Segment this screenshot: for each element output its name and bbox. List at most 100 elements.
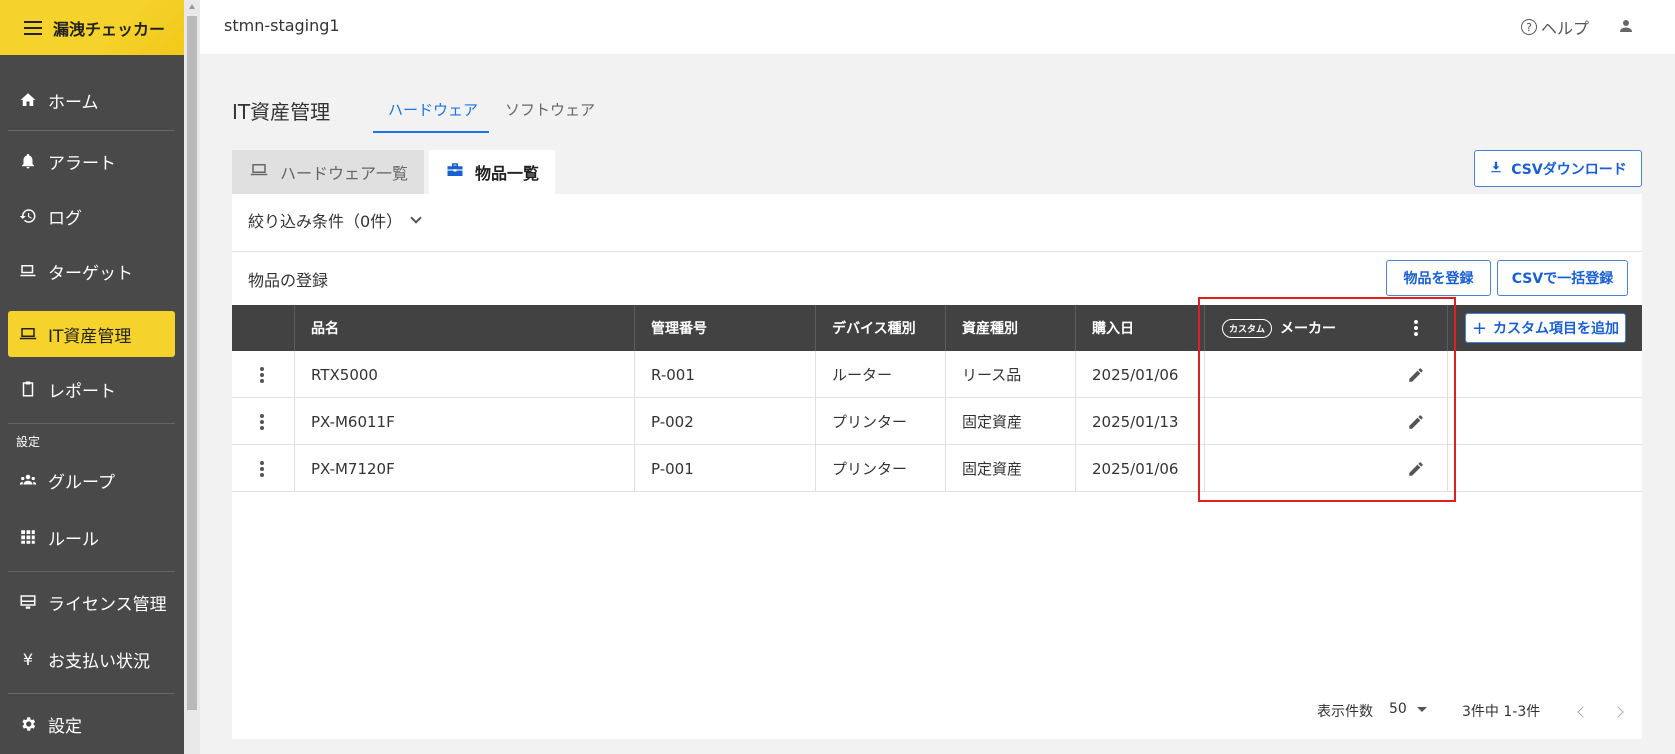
user-icon[interactable] xyxy=(1617,17,1635,35)
column-header-name[interactable]: 品名 xyxy=(311,305,339,351)
page-size-select[interactable]: 50 xyxy=(1389,701,1428,717)
cell-code: P-001 xyxy=(651,459,694,478)
cell-asset-type: リース品 xyxy=(962,366,1022,384)
sidebar-item-label: 設定 xyxy=(48,716,82,737)
top-bar: stmn-staging1 ? ヘルプ xyxy=(200,0,1675,54)
highlight-box xyxy=(1198,297,1456,502)
cell-name: RTX5000 xyxy=(311,365,378,384)
sidebar-item-target[interactable]: ターゲット xyxy=(8,248,175,294)
gear-icon xyxy=(18,714,38,734)
column-header-code[interactable]: 管理番号 xyxy=(651,305,707,351)
cell-device-type: プリンター xyxy=(832,413,908,431)
page-title: IT資産管理 xyxy=(232,100,331,124)
chevron-down-icon xyxy=(410,212,422,224)
sidebar-item-alert[interactable]: アラート xyxy=(8,138,175,184)
subtab-label: 物品一覧 xyxy=(475,164,540,183)
sidebar-item-label: お支払い状況 xyxy=(48,651,150,672)
page-size-value: 50 xyxy=(1389,701,1407,717)
chevron-right-icon[interactable] xyxy=(1612,706,1624,718)
clipboard-icon xyxy=(18,379,38,399)
cell-asset-type: 固定資産 xyxy=(962,413,1023,431)
register-item-button[interactable]: 物品を登録 xyxy=(1386,260,1491,296)
cell-name: PX-M7120F xyxy=(311,459,395,478)
sidebar-item-label: ルール xyxy=(48,529,99,550)
tab-software[interactable]: ソフトウェア xyxy=(505,99,595,120)
sidebar-divider xyxy=(8,423,175,424)
laptop-user-icon xyxy=(18,261,38,281)
bell-icon xyxy=(18,151,38,171)
sidebar: 漏洩チェッカー ホーム アラート ログ ターゲット IT資産管理 レポート 設定… xyxy=(0,0,184,754)
caret-down-icon xyxy=(1417,706,1428,712)
sidebar-scrollbar[interactable] xyxy=(184,0,200,754)
register-section-label: 物品の登録 xyxy=(248,271,329,290)
cell-code: R-001 xyxy=(651,365,695,384)
filter-label: 絞り込み条件（0件） xyxy=(248,212,403,231)
cell-purchase-date: 2025/01/13 xyxy=(1092,412,1179,431)
sidebar-item-label: IT資産管理 xyxy=(48,326,132,347)
add-custom-label: カスタム項目を追加 xyxy=(1493,321,1620,337)
laptop-icon xyxy=(18,324,38,344)
cell-purchase-date: 2025/01/06 xyxy=(1092,365,1179,384)
row-menu-icon[interactable] xyxy=(260,461,264,477)
sidebar-item-settings[interactable]: 設定 xyxy=(8,701,175,747)
active-tab-indicator xyxy=(373,131,489,133)
chevron-left-icon[interactable] xyxy=(1577,706,1589,718)
sidebar-item-label: ターゲット xyxy=(48,263,133,284)
toolbox-icon xyxy=(445,161,465,183)
sidebar-item-rule[interactable]: ルール xyxy=(8,514,175,560)
sidebar-divider xyxy=(8,130,175,131)
history-icon xyxy=(18,206,38,226)
sidebar-item-label: ライセンス管理 xyxy=(48,594,167,615)
cell-device-type: プリンター xyxy=(832,460,908,478)
card-divider xyxy=(232,251,1642,252)
page-size-label: 表示件数 xyxy=(1317,704,1373,720)
csv-bulk-register-button[interactable]: CSVで一括登録 xyxy=(1497,260,1628,296)
csv-download-button[interactable]: CSVダウンロード xyxy=(1474,150,1642,187)
project-name: stmn-staging1 xyxy=(224,16,340,35)
pagination-range: 3件中 1-3件 xyxy=(1462,704,1541,720)
scrollbar-thumb[interactable] xyxy=(187,16,197,710)
settings-section-label: 設定 xyxy=(16,435,41,449)
sidebar-item-label: グループ xyxy=(48,472,115,493)
sidebar-item-report[interactable]: レポート xyxy=(8,366,175,412)
filter-toggle[interactable]: 絞り込み条件（0件） xyxy=(248,208,422,232)
group-icon xyxy=(18,470,38,490)
sidebar-item-payment[interactable]: ¥ お支払い状況 xyxy=(8,636,175,682)
laptop-icon xyxy=(248,161,270,183)
scroll-up-arrow-icon[interactable] xyxy=(189,4,195,9)
column-header-purchase-date[interactable]: 購入日 xyxy=(1092,305,1134,351)
monitor-icon xyxy=(18,592,38,612)
plus-icon: + xyxy=(1471,317,1488,339)
help-label: ヘルプ xyxy=(1540,19,1589,38)
add-custom-column-button[interactable]: + カスタム項目を追加 xyxy=(1465,313,1626,343)
cell-code: P-002 xyxy=(651,412,694,431)
grid-icon xyxy=(18,527,38,547)
sidebar-item-home[interactable]: ホーム xyxy=(8,77,175,123)
sidebar-item-label: ログ xyxy=(48,208,82,229)
cell-name: PX-M6011F xyxy=(311,412,395,431)
sidebar-item-label: アラート xyxy=(48,153,116,174)
cell-purchase-date: 2025/01/06 xyxy=(1092,459,1179,478)
sidebar-item-it-assets[interactable]: IT資産管理 xyxy=(8,311,175,357)
sidebar-divider xyxy=(8,571,175,572)
subtab-label: ハードウェア一覧 xyxy=(280,164,409,183)
menu-icon[interactable] xyxy=(24,20,42,35)
tab-hardware[interactable]: ハードウェア xyxy=(388,99,478,120)
column-header-device-type[interactable]: デバイス種別 xyxy=(832,305,916,351)
sidebar-item-label: ホーム xyxy=(48,92,99,113)
sidebar-item-license[interactable]: ライセンス管理 xyxy=(8,579,175,625)
subtab-hardware-list[interactable]: ハードウェア一覧 xyxy=(232,150,424,194)
download-icon xyxy=(1489,160,1503,178)
help-link[interactable]: ? ヘルプ xyxy=(1520,15,1589,39)
sidebar-divider xyxy=(8,693,175,694)
home-icon xyxy=(18,90,38,110)
sidebar-item-log[interactable]: ログ xyxy=(8,193,175,239)
subtab-item-list[interactable]: 物品一覧 xyxy=(429,150,555,194)
help-icon: ? xyxy=(1520,19,1537,35)
row-menu-icon[interactable] xyxy=(260,414,264,430)
sidebar-item-label: レポート xyxy=(48,381,116,402)
sidebar-item-group[interactable]: グループ xyxy=(8,457,175,503)
brand-header: 漏洩チェッカー xyxy=(0,0,184,55)
column-header-asset-type[interactable]: 資産種別 xyxy=(962,305,1018,351)
row-menu-icon[interactable] xyxy=(260,367,264,383)
